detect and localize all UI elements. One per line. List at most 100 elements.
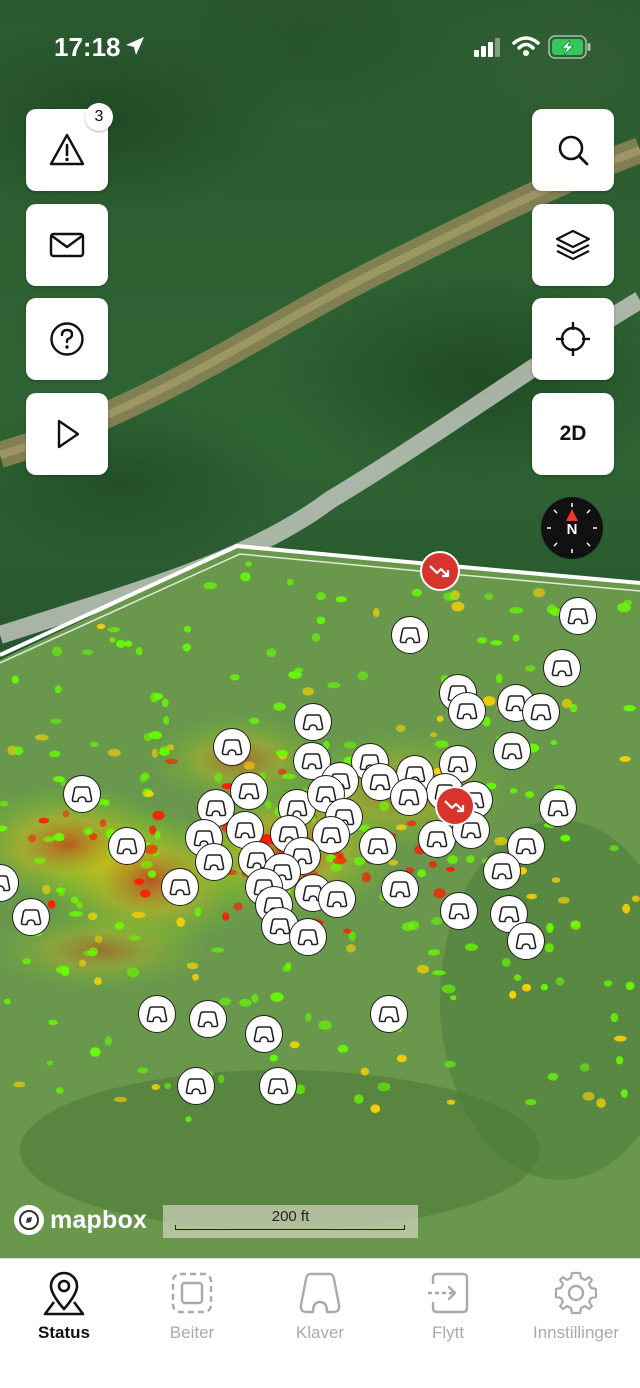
animal-marker[interactable] (294, 703, 332, 741)
bell-icon (0, 875, 11, 892)
layers-icon (555, 229, 591, 261)
animal-marker[interactable] (448, 692, 486, 730)
animal-marker[interactable] (507, 922, 545, 960)
bell-icon (234, 822, 256, 839)
question-circle-icon (50, 322, 84, 356)
envelope-icon (49, 232, 85, 258)
toggle-2d-button[interactable]: 2D (532, 393, 614, 475)
status-bar: 17:18 (0, 0, 640, 92)
bell-icon (269, 918, 291, 935)
animal-marker[interactable] (359, 827, 397, 865)
tab-klaver[interactable]: Klaver (256, 1269, 384, 1359)
compass-north-label: N (566, 521, 578, 538)
bell-icon (253, 1026, 275, 1043)
alert-marker[interactable] (420, 551, 460, 591)
animal-marker[interactable] (138, 995, 176, 1033)
play-history-button[interactable] (26, 393, 108, 475)
bell-icon (20, 909, 42, 926)
animal-marker[interactable] (108, 827, 146, 865)
messages-button[interactable] (26, 204, 108, 286)
trend-down-icon (444, 800, 465, 813)
tab-status[interactable]: Status (0, 1269, 128, 1359)
tab-flytt[interactable]: Flytt (384, 1269, 512, 1359)
bell-icon (530, 704, 552, 721)
bell-icon (515, 838, 537, 855)
bell-icon (389, 881, 411, 898)
help-button[interactable] (26, 298, 108, 380)
animal-marker[interactable] (559, 597, 597, 635)
bell-icon (398, 789, 420, 806)
animal-marker[interactable] (318, 880, 356, 918)
bell-icon (551, 660, 573, 677)
toggle-2d-label: 2D (559, 422, 587, 445)
alert-marker[interactable] (435, 786, 475, 826)
bell-icon (567, 608, 589, 625)
location-arrow-icon (126, 37, 144, 55)
alerts-count-badge: 3 (85, 103, 113, 131)
animal-marker[interactable] (177, 1067, 215, 1105)
search-button[interactable] (532, 109, 614, 191)
bell-icon (320, 827, 342, 844)
compass[interactable]: N (541, 497, 603, 559)
tab-beiter[interactable]: Beiter (128, 1269, 256, 1359)
animal-marker[interactable] (230, 772, 268, 810)
animal-marker[interactable] (543, 649, 581, 687)
bell-icon (205, 800, 227, 817)
locate-me-button[interactable] (532, 298, 614, 380)
bell-icon (369, 774, 391, 791)
animal-marker[interactable] (522, 693, 560, 731)
animal-marker[interactable] (189, 1000, 227, 1038)
animal-marker[interactable] (289, 918, 327, 956)
status-time: 17:18 (54, 32, 121, 62)
animal-marker[interactable] (63, 775, 101, 813)
bell-icon (447, 756, 469, 773)
tab-innstillinger-label: Innstillinger (533, 1323, 619, 1342)
bell-icon (498, 906, 520, 923)
bell-icon (302, 714, 324, 731)
bell-icon (448, 903, 470, 920)
animal-marker[interactable] (213, 728, 251, 766)
gear-icon (554, 1271, 598, 1315)
animal-marker[interactable] (259, 1067, 297, 1105)
animal-marker[interactable] (245, 1015, 283, 1053)
mapbox-logo-icon (14, 1205, 44, 1235)
layers-button[interactable] (532, 204, 614, 286)
bell-icon (116, 838, 138, 855)
warning-triangle-icon (49, 133, 85, 166)
animal-marker[interactable] (483, 852, 521, 890)
bell-icon (221, 739, 243, 756)
area-icon (171, 1272, 213, 1314)
animal-marker[interactable] (493, 732, 531, 770)
bell-icon (203, 854, 225, 871)
bell-icon (456, 703, 478, 720)
scale-bar: 200 ft (163, 1205, 418, 1238)
tab-flytt-label: Flytt (431, 1323, 465, 1342)
tab-beiter-label: Beiter (169, 1323, 215, 1342)
location-pin-icon (43, 1271, 85, 1316)
mapbox-logo-text: mapbox (50, 1205, 148, 1234)
animal-marker[interactable] (391, 616, 429, 654)
animal-marker[interactable] (161, 868, 199, 906)
animal-marker[interactable] (12, 898, 50, 936)
animal-marker[interactable] (195, 843, 233, 881)
crosshair-icon (556, 322, 590, 356)
bell-icon (367, 838, 389, 855)
animal-marker[interactable] (390, 778, 428, 816)
bell-icon (301, 753, 323, 770)
animal-marker[interactable] (539, 789, 577, 827)
animal-marker[interactable] (381, 870, 419, 908)
tab-bar: Status Beiter Klaver Flytt Innstillinger (0, 1258, 640, 1388)
tab-innstillinger[interactable]: Innstillinger (512, 1269, 640, 1359)
mapbox-logo[interactable]: mapbox (14, 1205, 147, 1235)
play-icon (57, 419, 80, 449)
animal-marker[interactable] (370, 995, 408, 1033)
bell-icon (238, 783, 260, 800)
bell-icon (169, 879, 191, 896)
animal-marker[interactable] (418, 820, 456, 858)
tab-klaver-label: Klaver (295, 1323, 345, 1342)
bell-icon (197, 1011, 219, 1028)
move-icon (428, 1272, 469, 1314)
bell-icon (297, 929, 319, 946)
bell-icon (185, 1078, 207, 1095)
animal-marker[interactable] (440, 892, 478, 930)
